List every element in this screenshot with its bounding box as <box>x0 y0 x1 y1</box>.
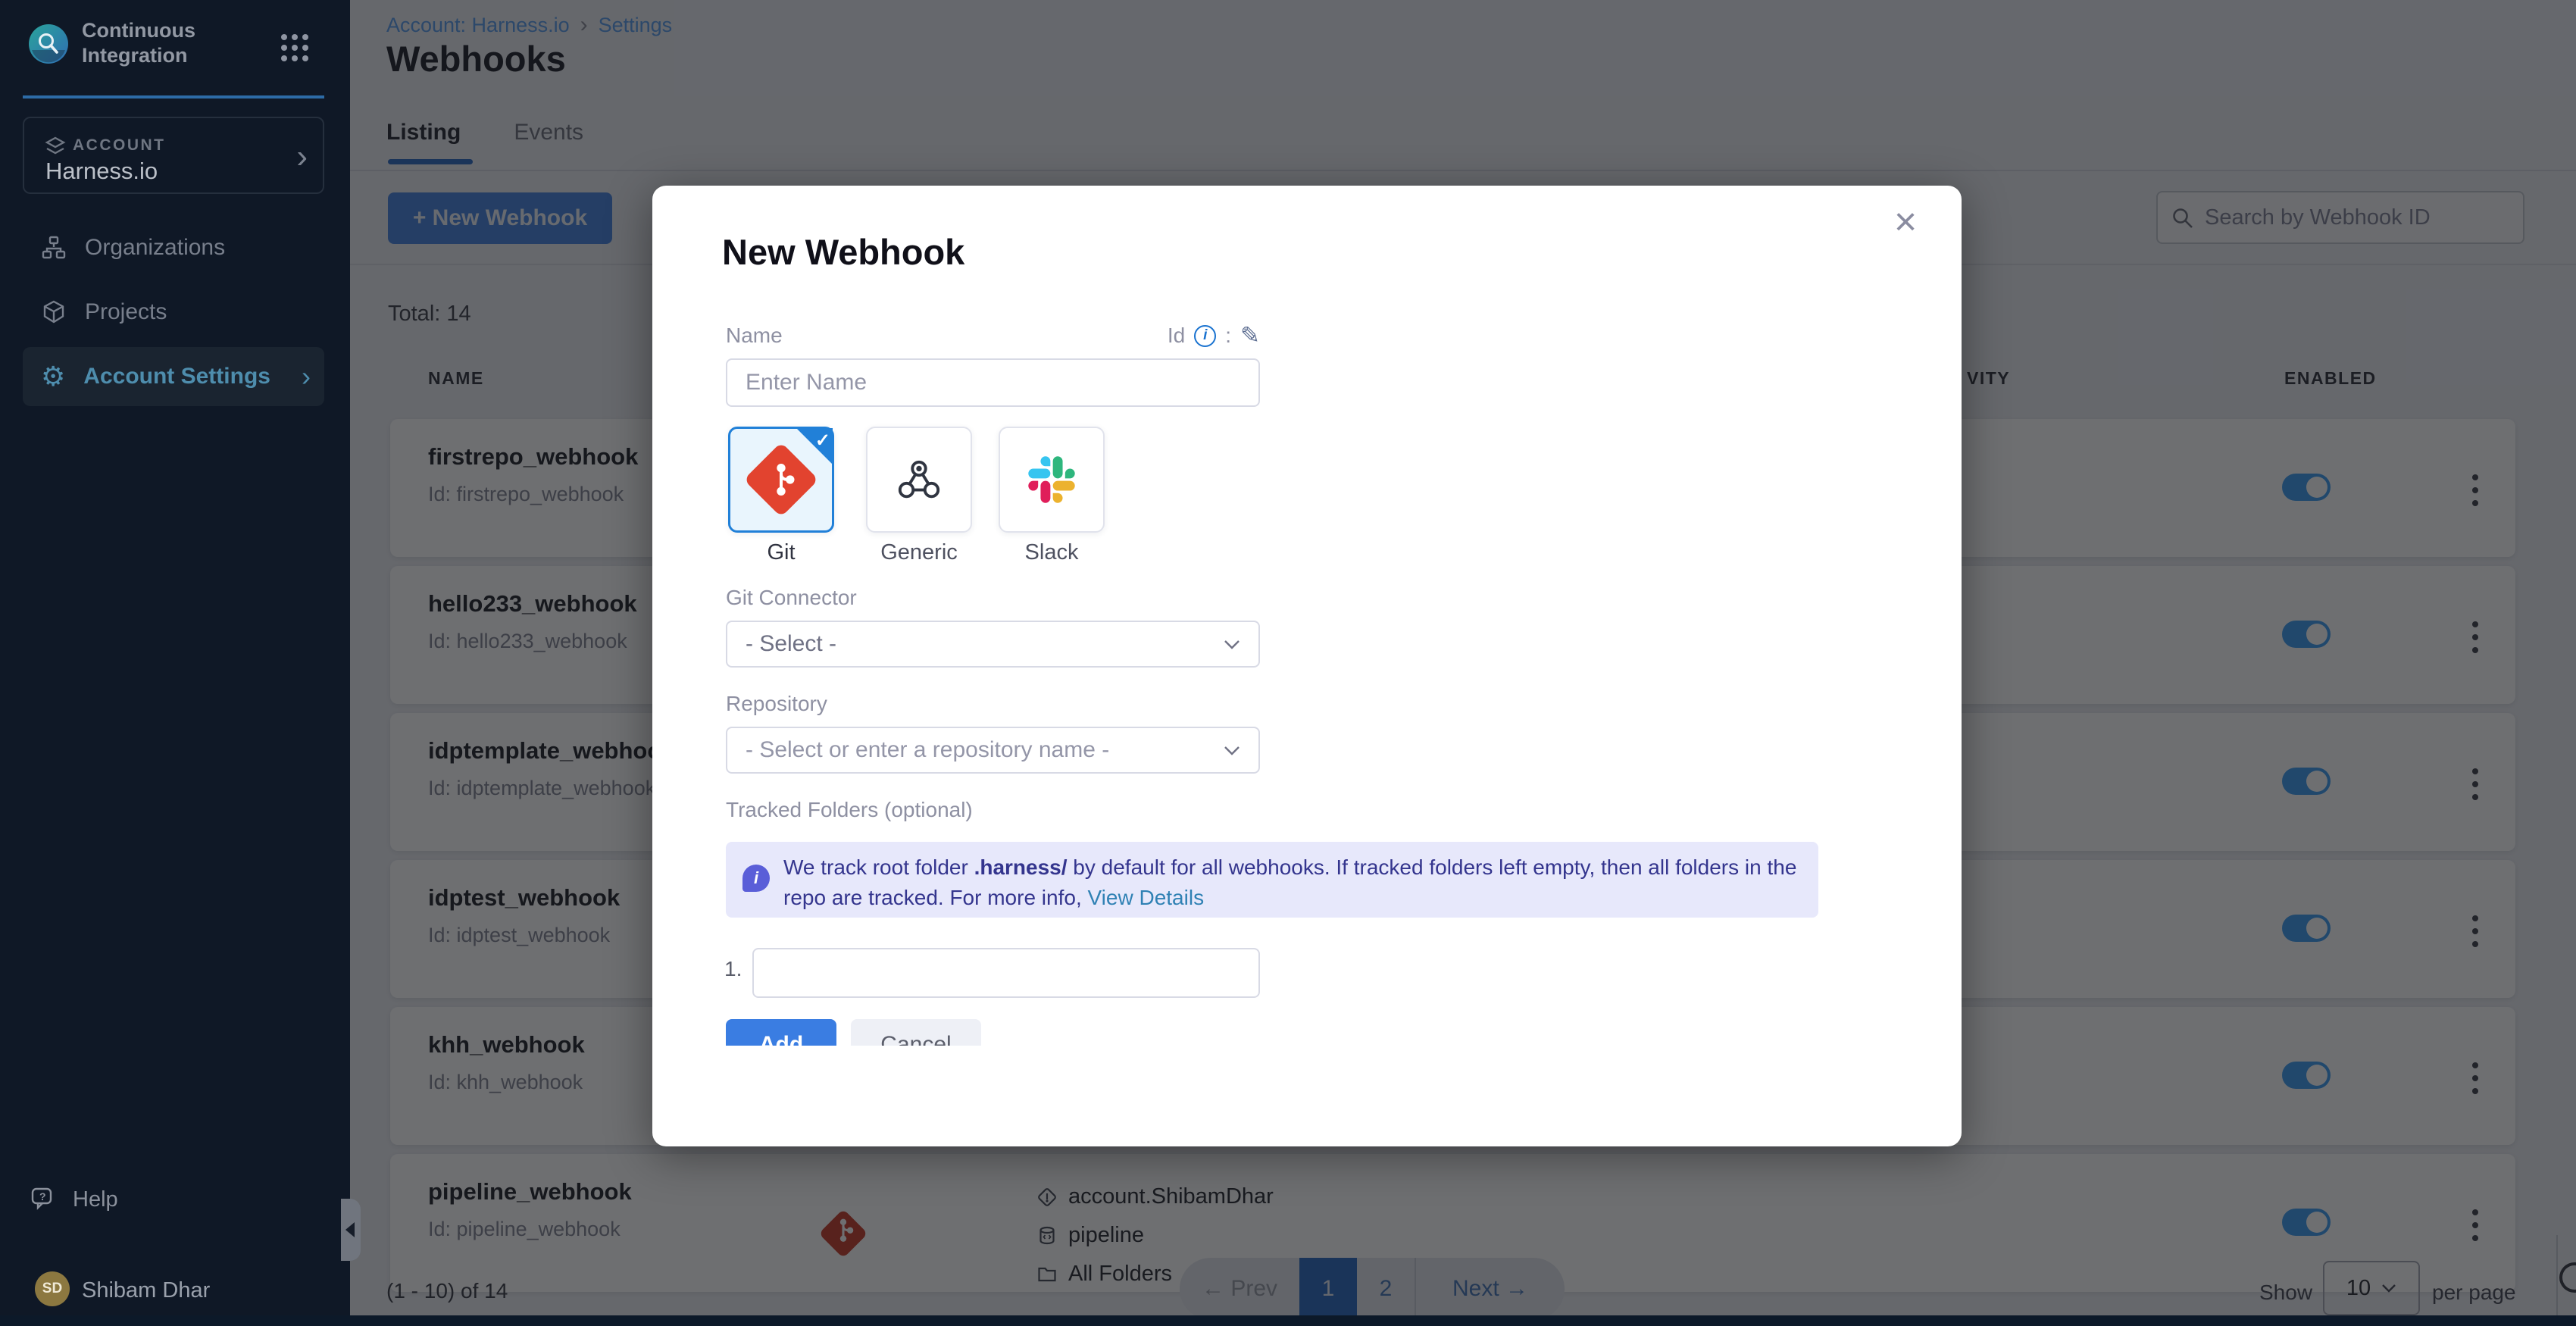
git-connector-select[interactable]: - Select - <box>726 621 1260 668</box>
type-label-generic: Generic <box>866 540 972 565</box>
selected-check-icon: ✓ <box>796 428 833 464</box>
id-separator: : <box>1225 324 1231 348</box>
product-name: Continuous Integration <box>82 18 241 68</box>
cancel-button[interactable]: Cancel <box>851 1019 981 1046</box>
type-card-git[interactable]: ✓ <box>728 427 834 533</box>
user-name: Shibam Dhar <box>82 1278 210 1303</box>
chevron-right-icon: › <box>302 361 311 392</box>
slack-icon <box>1028 456 1075 503</box>
account-selector[interactable]: ACCOUNT Harness.io › <box>23 117 324 194</box>
info-icon[interactable]: i <box>1194 325 1216 347</box>
organizations-icon <box>41 235 67 261</box>
app-root: Account: Harness.io › Settings Webhooks … <box>0 0 2576 1326</box>
name-field-label: Name <box>726 324 783 348</box>
tracked-folders-label: Tracked Folders (optional) <box>726 798 973 822</box>
projects-icon <box>41 299 67 325</box>
chevron-right-icon: › <box>296 138 308 176</box>
sidebar-item-account-settings[interactable]: ⚙ Account Settings › <box>23 347 324 406</box>
sidebar-item-projects[interactable]: Projects <box>23 283 324 342</box>
name-input[interactable] <box>726 358 1260 407</box>
banner-text: We track root folder .harness/ by defaul… <box>783 852 1799 913</box>
sidebar-item-label: Organizations <box>85 235 225 261</box>
id-label: Id <box>1168 324 1185 348</box>
sidebar-item-label: Projects <box>85 299 167 325</box>
repository-select[interactable]: - Select or enter a repository name - <box>726 727 1260 774</box>
git-connector-label: Git Connector <box>726 586 857 610</box>
folder-list-index: 1. <box>724 957 742 981</box>
bottom-bar <box>0 1315 2576 1326</box>
repository-label: Repository <box>726 692 827 716</box>
chevron-down-icon <box>1224 640 1240 649</box>
info-banner: i We track root folder .harness/ by defa… <box>726 842 1818 918</box>
harness-ci-logo[interactable] <box>27 23 70 65</box>
close-icon[interactable]: × <box>1883 199 1928 245</box>
type-card-generic[interactable] <box>866 427 972 533</box>
sidebar-collapse-handle[interactable] <box>341 1199 361 1261</box>
help-button[interactable]: ? Help <box>23 1187 118 1212</box>
banner-info-icon: i <box>742 865 770 892</box>
sidebar-accent-divider <box>23 95 324 99</box>
new-webhook-modal: × New Webhook Name Id i : ✎ ✓ <box>652 186 1962 1146</box>
account-label: ACCOUNT <box>73 136 166 155</box>
collapse-arrow-icon <box>345 1222 355 1237</box>
add-button[interactable]: Add <box>726 1019 836 1046</box>
webhook-icon <box>896 456 943 503</box>
type-label-git: Git <box>728 540 834 565</box>
type-label-slack: Slack <box>999 540 1105 565</box>
repository-value: - Select or enter a repository name - <box>746 737 1109 763</box>
view-details-link[interactable]: View Details <box>1088 886 1205 909</box>
help-label: Help <box>73 1187 118 1212</box>
tracked-folder-input[interactable] <box>752 948 1260 998</box>
avatar[interactable]: SD <box>35 1271 70 1306</box>
sidebar-item-label: Account Settings <box>83 364 270 389</box>
account-name: Harness.io <box>45 158 158 185</box>
sidebar: Continuous Integration ACCOUNT Harness.i… <box>0 0 350 1326</box>
svg-text:?: ? <box>39 1190 46 1202</box>
modal-title: New Webhook <box>722 231 964 273</box>
edit-id-icon[interactable]: ✎ <box>1240 322 1260 349</box>
help-chat-icon: ? <box>30 1187 56 1212</box>
type-card-slack[interactable] <box>999 427 1105 533</box>
layers-icon <box>44 135 67 158</box>
app-grid-icon[interactable] <box>279 32 311 64</box>
gear-icon: ⚙ <box>41 363 65 390</box>
sidebar-item-organizations[interactable]: Organizations <box>23 218 324 277</box>
git-connector-value: - Select - <box>746 631 836 657</box>
chevron-down-icon <box>1224 746 1240 755</box>
